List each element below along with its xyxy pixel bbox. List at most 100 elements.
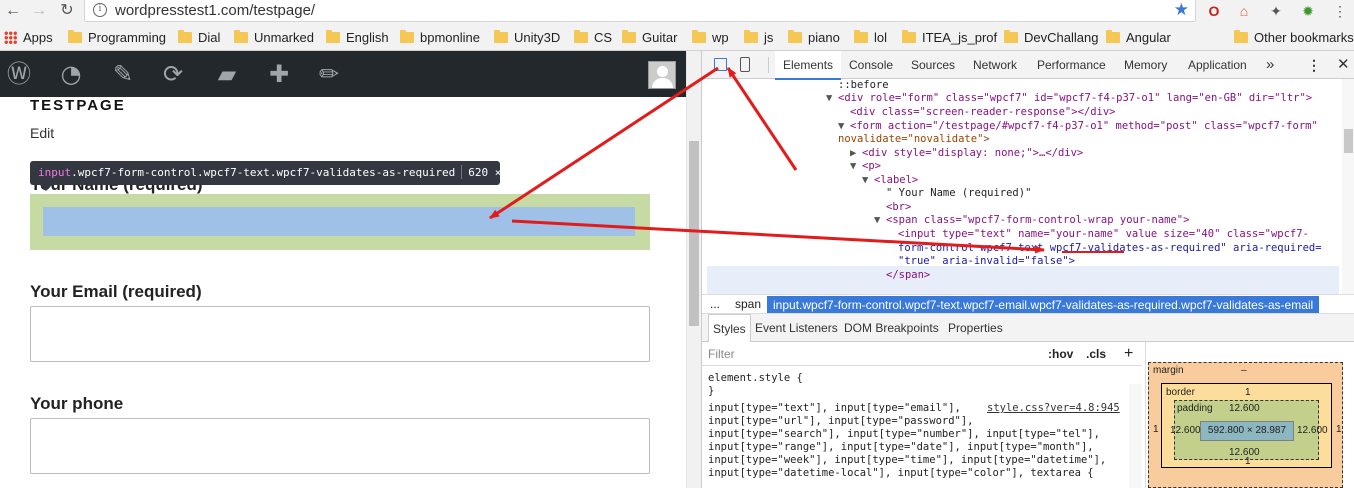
expand-triangle-icon[interactable]: ▼ (850, 160, 856, 174)
edit-link[interactable]: Edit (30, 125, 54, 141)
customize-brush-icon[interactable]: ✎ (108, 59, 138, 89)
more-tabs-chevron-icon[interactable]: » (1266, 51, 1274, 79)
border-left-value[interactable]: 1 (1153, 424, 1159, 435)
reload-icon[interactable]: ↻ (56, 0, 78, 22)
phone-field[interactable] (30, 418, 650, 474)
bookmark-folder[interactable]: bpmonline (400, 28, 480, 47)
padding-top-value[interactable]: 12.600 (1229, 403, 1260, 414)
bookmark-star-icon[interactable]: ★ (1174, 0, 1189, 20)
dom-line[interactable]: " Your Name (required)" (886, 187, 1031, 201)
tab-performance[interactable]: Performance (1037, 51, 1106, 79)
bookmark-folder[interactable]: Guitar (622, 28, 677, 47)
new-content-icon[interactable]: ✚ (264, 59, 294, 89)
page-scrollbar[interactable] (686, 51, 701, 488)
tab-elements[interactable]: Elements (775, 51, 842, 80)
dom-line[interactable]: <span class="wpcf7-form-control-wrap you… (886, 214, 1189, 228)
expand-triangle-icon[interactable]: ▼ (862, 174, 868, 188)
tab-application[interactable]: Application (1188, 51, 1247, 79)
tab-event-listeners[interactable]: Event Listeners (755, 314, 838, 342)
dom-line[interactable]: </span> (886, 269, 930, 283)
dom-scroll-thumb[interactable] (1344, 129, 1353, 153)
comments-icon[interactable]: ▰ (212, 59, 242, 89)
border-right-value[interactable]: 1 (1336, 424, 1342, 435)
dom-line[interactable]: "true" aria-invalid="false"> (898, 255, 1075, 269)
kebab-menu-icon[interactable]: ⋮ (1307, 51, 1321, 79)
bookmark-folder[interactable]: lol (854, 28, 887, 47)
margin-top-value[interactable]: – (1241, 365, 1247, 376)
dom-line[interactable]: form-control wpcf7-text wpcf7-validates-… (898, 242, 1322, 256)
padding-left-value[interactable]: 12.600 (1170, 425, 1201, 436)
bookmark-folder[interactable]: CS (574, 28, 612, 47)
tab-sources[interactable]: Sources (911, 51, 955, 79)
bookmark-folder[interactable]: piano (788, 28, 840, 47)
border-top-value[interactable]: 1 (1245, 387, 1251, 398)
bookmark-other[interactable]: Other bookmarks (1234, 28, 1354, 47)
device-toolbar-icon[interactable] (740, 57, 750, 72)
dom-scrollbar[interactable] (1342, 79, 1354, 295)
tab-network[interactable]: Network (973, 51, 1017, 79)
bookmark-folder[interactable]: Unmarked (234, 28, 314, 47)
breadcrumb-more[interactable]: ... (710, 295, 720, 313)
name-field[interactable] (43, 207, 635, 236)
hov-toggle[interactable]: :hov (1048, 342, 1073, 366)
dom-line[interactable]: <form action="/testpage/#wpcf7-f4-p37-o1… (850, 120, 1318, 134)
forward-arrow-icon[interactable]: → (28, 0, 50, 22)
bookmark-folder[interactable]: DevChallang (1004, 28, 1098, 47)
tab-properties[interactable]: Properties (948, 314, 1003, 342)
dashboard-icon[interactable]: ◔ (56, 59, 86, 89)
padding-right-value[interactable]: 12.600 (1297, 425, 1328, 436)
dom-line[interactable]: <p> (862, 160, 881, 174)
info-icon[interactable]: i (93, 3, 107, 17)
gear-extension-icon[interactable]: ✹ (1298, 1, 1318, 21)
back-arrow-icon[interactable]: ← (2, 0, 24, 22)
avatar[interactable] (648, 61, 676, 89)
dom-line[interactable]: <br> (886, 201, 911, 215)
bookmark-folder[interactable]: Dial (178, 28, 220, 47)
tab-memory[interactable]: Memory (1124, 51, 1167, 79)
dom-line[interactable]: <div style="display: none;">…</div> (862, 147, 1083, 161)
bookmark-folder[interactable]: Programming (68, 28, 166, 47)
bookmark-folder[interactable]: ITEA_js_prof (902, 28, 997, 47)
breadcrumb-selected[interactable]: input.wpcf7-form-control.wpcf7-text.wpcf… (767, 296, 1320, 313)
bookmark-folder[interactable]: wp (692, 28, 729, 47)
tab-console[interactable]: Console (849, 51, 893, 79)
dom-line[interactable]: <input type="text" name="your-name" valu… (898, 228, 1309, 242)
bookmark-folder[interactable]: Unity3D (494, 28, 560, 47)
dom-line[interactable]: <label> (874, 174, 918, 188)
wordpress-logo-icon[interactable]: Ⓦ (4, 59, 34, 89)
page-scroll-thumb[interactable] (689, 141, 699, 326)
expand-triangle-icon[interactable]: ▼ (838, 120, 844, 134)
bookmark-folder[interactable]: Angular (1106, 28, 1171, 47)
updates-icon[interactable]: ⟳ (158, 59, 188, 89)
dom-line[interactable]: ::before (838, 79, 889, 93)
bookmark-apps[interactable]: Apps (4, 28, 53, 47)
dom-line[interactable]: <div class="screen-reader-response"></di… (850, 106, 1116, 120)
dom-line[interactable]: <div role="form" class="wpcf7" id="wpcf7… (838, 92, 1312, 106)
address-bar[interactable]: i wordpresstest1.com/testpage/ ★ (84, 0, 1196, 22)
home-extension-icon[interactable]: ⌂ (1234, 1, 1254, 21)
menu-dots-icon[interactable]: ⋮ (1330, 1, 1350, 21)
styles-scrollbar[interactable] (1129, 384, 1142, 488)
new-rule-button[interactable]: + (1124, 342, 1133, 366)
dom-line[interactable]: novalidate="novalidate"> (838, 133, 990, 147)
email-field[interactable] (30, 306, 650, 362)
inspect-element-icon[interactable] (714, 58, 727, 71)
border-bottom-value[interactable]: 1 (1245, 456, 1251, 467)
edit-page-icon[interactable]: ✏ (314, 59, 344, 89)
filter-input[interactable]: Filter (708, 342, 735, 366)
stylesheet-link[interactable]: style.css?ver=4.8:945 (987, 402, 1120, 415)
cls-toggle[interactable]: .cls (1086, 342, 1106, 366)
expand-triangle-icon[interactable]: ▼ (826, 92, 832, 106)
tab-styles[interactable]: Styles (708, 314, 751, 342)
bookmark-folder[interactable]: js (744, 28, 773, 47)
tab-dom-breakpoints[interactable]: DOM Breakpoints (844, 314, 939, 342)
opera-extension-icon[interactable]: O (1204, 1, 1224, 21)
expand-triangle-icon[interactable]: ▼ (874, 214, 880, 228)
bookmark-folder[interactable]: English (326, 28, 389, 47)
breadcrumb-span[interactable]: span (735, 295, 761, 313)
puzzle-extension-icon[interactable]: ✦ (1266, 1, 1286, 21)
collapse-triangle-icon[interactable]: ▶ (850, 147, 856, 161)
close-icon[interactable]: ✕ (1337, 51, 1350, 79)
element-style-rule[interactable]: element.style { (708, 372, 803, 385)
box-model-content[interactable]: 592.800 × 28.987 (1200, 421, 1294, 441)
